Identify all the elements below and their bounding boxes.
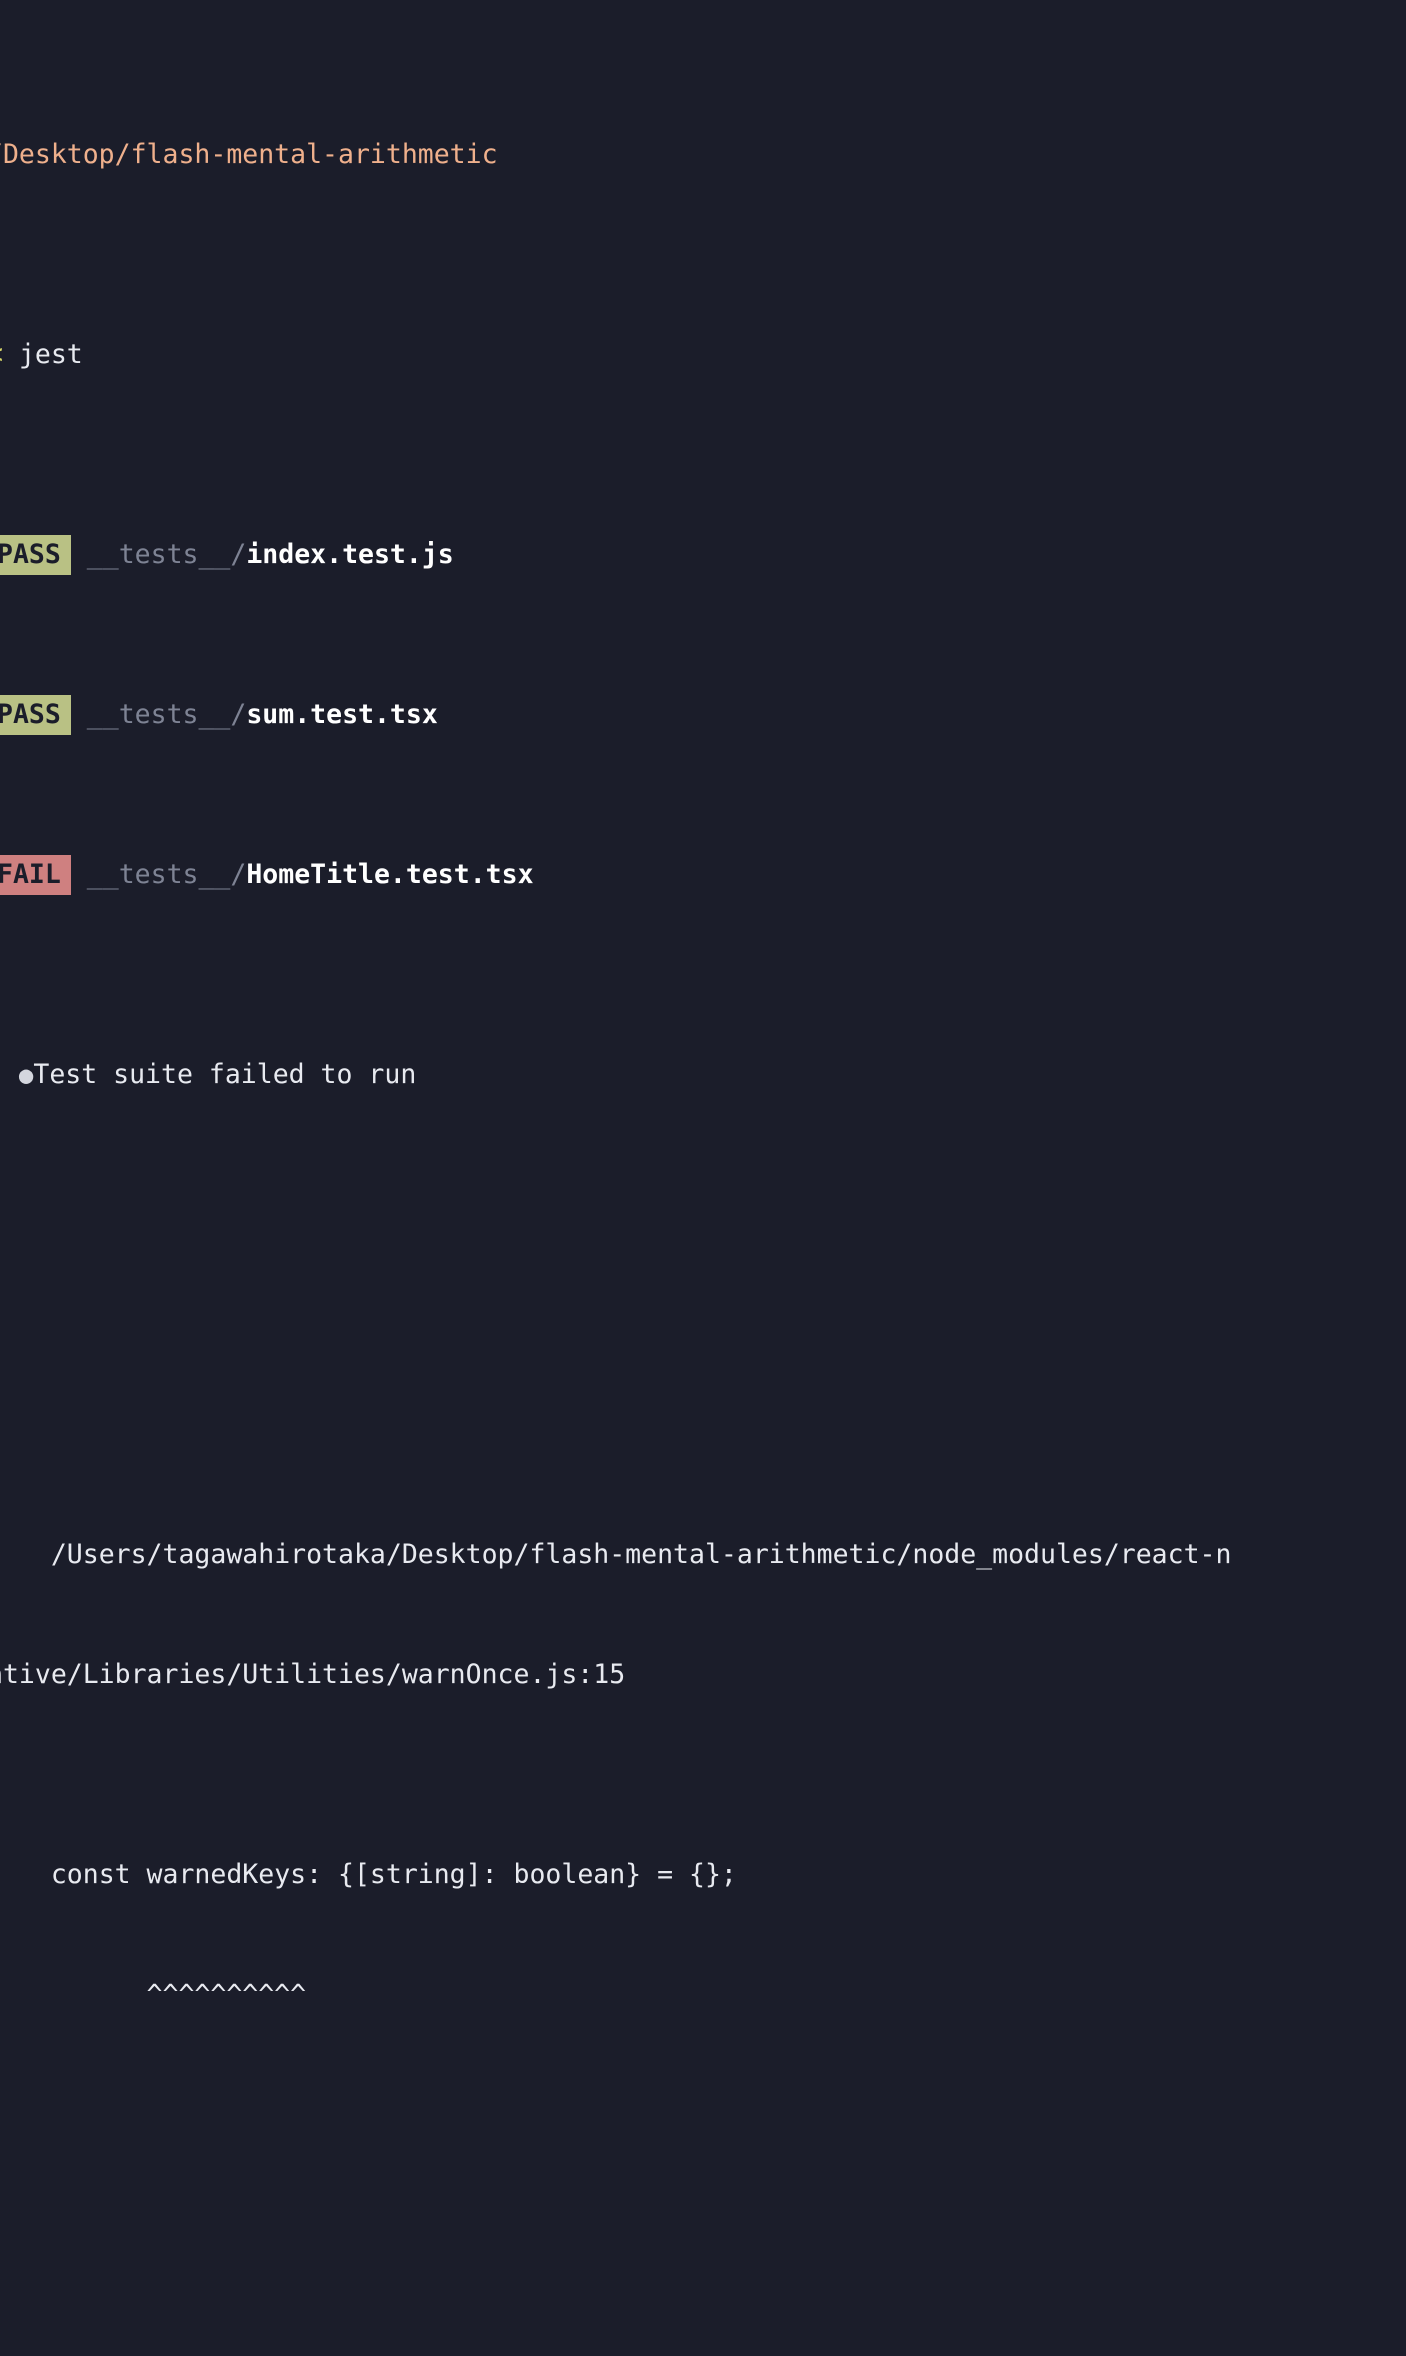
suite-row-1[interactable]: PASS __tests__/sum.test.tsx xyxy=(0,695,1406,735)
offending-code: const warnedKeys: {[string]: boolean} = … xyxy=(50,1859,737,1890)
command-line: < jest xyxy=(0,335,1406,375)
suite-file[interactable]: HomeTitle.test.tsx xyxy=(246,859,533,890)
caret-underline-row: ^^^^^^^^^^ xyxy=(0,1975,1406,2015)
suite-file[interactable]: index.test.js xyxy=(246,539,453,570)
shell-prompt-path-line: /Desktop/flash-mental-arithmetic xyxy=(0,135,1406,175)
status-badge-pass: PASS xyxy=(0,695,71,735)
status-badge-pass: PASS xyxy=(0,535,71,575)
failure-bullet-icon: ● xyxy=(18,1061,34,1089)
failure-source-path-part2: ative/Libraries/Utilities/warnOnce.js:15 xyxy=(0,1659,626,1690)
suite-dir: __tests__/ xyxy=(86,859,247,890)
failure-headline: Test suite failed to run xyxy=(33,1059,417,1090)
shell-prompt-path: /Desktop/flash-mental-arithmetic xyxy=(0,139,498,170)
failure-headline-row: ●Test suite failed to run xyxy=(0,1055,1406,1095)
failure-source-path-row-1: /Users/tagawahirotaka/Desktop/flash-ment… xyxy=(0,1535,1406,1575)
offending-code-row: const warnedKeys: {[string]: boolean} = … xyxy=(0,1855,1406,1895)
suite-dir: __tests__/ xyxy=(86,699,247,730)
status-badge-fail: FAIL xyxy=(0,855,71,895)
terminal-window[interactable]: /Desktop/flash-mental-arithmetic < jest … xyxy=(0,0,1406,2010)
failure-source-path-part1: /Users/tagawahirotaka/Desktop/flash-ment… xyxy=(50,1539,1232,1570)
suite-file[interactable]: sum.test.tsx xyxy=(246,699,437,730)
suite-dir: __tests__/ xyxy=(86,539,247,570)
command-text: jest xyxy=(18,339,83,370)
suite-row-2[interactable]: FAIL __tests__/HomeTitle.test.tsx xyxy=(0,855,1406,895)
failure-source-path-row-2: ative/Libraries/Utilities/warnOnce.js:15 xyxy=(0,1655,1406,1695)
caret-underline: ^^^^^^^^^^ xyxy=(146,1979,307,2010)
terminal-scroll-content: /Desktop/flash-mental-arithmetic < jest … xyxy=(0,0,1406,2356)
suite-row-0[interactable]: PASS __tests__/index.test.js xyxy=(0,535,1406,575)
